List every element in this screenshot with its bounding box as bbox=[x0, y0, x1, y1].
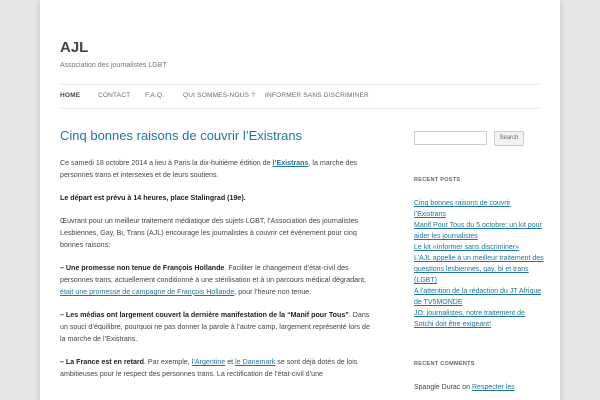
paragraph-text: , pour l’heure non tenue. bbox=[234, 288, 312, 296]
recent-posts-list: Cinq bonnes raisons de couvrir l’Existra… bbox=[414, 198, 544, 330]
nav-item-faq[interactable]: F.A.Q. bbox=[145, 92, 164, 99]
paragraph-text: et bbox=[225, 358, 236, 366]
search-form: Search bbox=[414, 131, 544, 147]
recent-post-link[interactable]: Manif Pour Tous du 5 octobre: un kit pou… bbox=[414, 222, 542, 240]
recent-post-link[interactable]: Le kit «Informer sans discriminer» bbox=[414, 244, 519, 251]
recent-post-link[interactable]: A l’attention de la rédaction du JT Afri… bbox=[414, 288, 541, 306]
article-paragraph: Le départ est prévu à 14 heures, place S… bbox=[60, 192, 370, 204]
main-navigation: HOME CONTACT F.A.Q. QUI SOMMES-NOUS ? IN… bbox=[60, 84, 540, 109]
recent-comment: Spangle Durac on Respecter les bbox=[414, 382, 544, 393]
nav-item-home[interactable]: HOME bbox=[60, 92, 80, 99]
departure-info: Le départ est prévu à 14 heures, place S… bbox=[60, 194, 246, 202]
article-paragraph: Ce samedi 18 octobre 2014 a lieu à Paris… bbox=[60, 157, 370, 181]
reason-heading: – Une promesse non tenue de François Hol… bbox=[60, 264, 225, 272]
site-description: Association des journalistes LGBT bbox=[60, 62, 167, 69]
recent-post-link[interactable]: Cinq bonnes raisons de couvrir l’Existra… bbox=[414, 200, 511, 218]
list-item: Le kit «Informer sans discriminer» bbox=[414, 242, 544, 253]
danemark-link[interactable]: le Danemark bbox=[235, 358, 275, 366]
article-paragraph: – La France est en retard. Par exemple, … bbox=[60, 356, 370, 380]
search-input[interactable] bbox=[414, 131, 487, 145]
article-title[interactable]: Cinq bonnes raisons de couvrir l’Existra… bbox=[60, 128, 370, 143]
comment-post-link[interactable]: Respecter les bbox=[472, 384, 515, 391]
search-button[interactable]: Search bbox=[494, 131, 524, 146]
article-paragraph: – Une promesse non tenue de François Hol… bbox=[60, 262, 370, 298]
sidebar: Search RECENT POSTS Cinq bonnes raisons … bbox=[414, 131, 544, 393]
list-item: JO: journalistes, notre traitement de So… bbox=[414, 308, 544, 330]
paragraph-text: Ce samedi 18 octobre 2014 a lieu à Paris… bbox=[60, 159, 273, 167]
list-item: L’AJL appelle à un meilleur traitement d… bbox=[414, 253, 544, 286]
nav-item-informer-sans-discriminer[interactable]: INFORMER SANS DISCRIMINER bbox=[265, 92, 369, 99]
list-item: Manif Pour Tous du 5 octobre: un kit pou… bbox=[414, 220, 544, 242]
comment-author: Spangle Durac bbox=[414, 384, 461, 391]
recent-comments-title: RECENT COMMENTS bbox=[414, 361, 475, 367]
existrans-link[interactable]: l’Existrans bbox=[273, 159, 309, 167]
nav-item-qui-sommes-nous[interactable]: QUI SOMMES-NOUS ? bbox=[183, 92, 255, 99]
list-item: A l’attention de la rédaction du JT Afri… bbox=[414, 286, 544, 308]
article: Cinq bonnes raisons de couvrir l’Existra… bbox=[60, 128, 370, 391]
nav-item-contact[interactable]: CONTACT bbox=[98, 92, 130, 99]
recent-posts-title: RECENT POSTS bbox=[414, 177, 461, 183]
page: AJL Association des journalistes LGBT HO… bbox=[40, 0, 560, 400]
article-paragraph: – Les médias ont largement couvert la de… bbox=[60, 309, 370, 345]
article-paragraph: Œuvrant pour un meilleur traitement médi… bbox=[60, 217, 359, 249]
reason-heading: – La France est en retard bbox=[60, 358, 144, 366]
paragraph-text: . Par exemple, bbox=[143, 358, 192, 366]
comment-on-text: on bbox=[460, 384, 472, 391]
argentine-link[interactable]: l’Argentine bbox=[192, 358, 226, 366]
reason-heading: – Les médias ont largement couvert la de… bbox=[60, 311, 349, 319]
list-item: Cinq bonnes raisons de couvrir l’Existra… bbox=[414, 198, 544, 220]
recent-post-link[interactable]: JO: journalistes, notre traitement de So… bbox=[414, 310, 525, 328]
site-title[interactable]: AJL bbox=[60, 39, 88, 56]
recent-post-link[interactable]: L’AJL appelle à un meilleur traitement d… bbox=[414, 255, 544, 284]
campaign-promise-link[interactable]: était une promesse de campagne de Franço… bbox=[60, 288, 234, 296]
